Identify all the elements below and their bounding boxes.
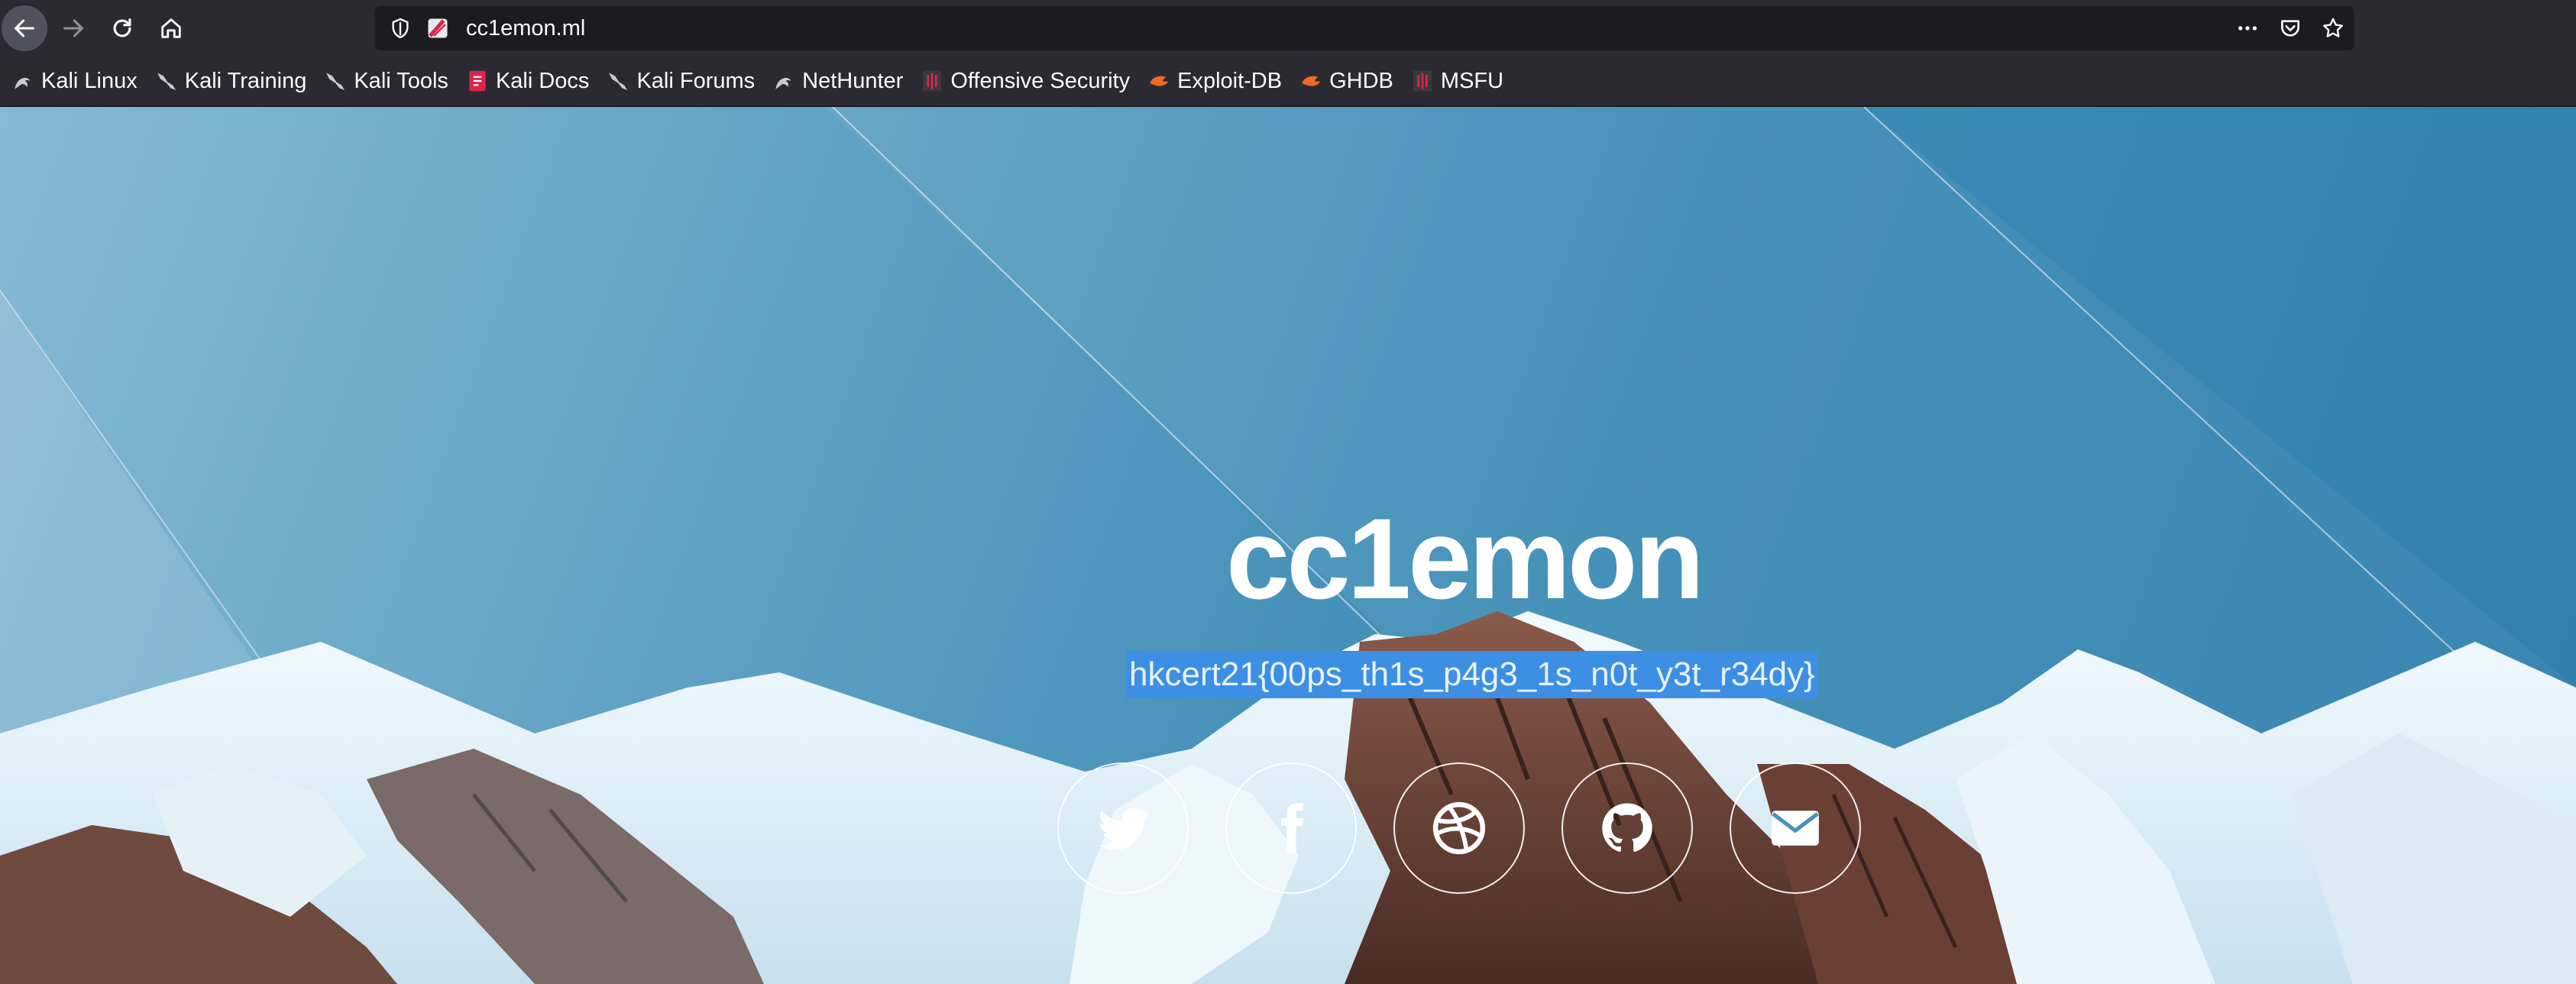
pocket-icon bbox=[2281, 20, 2299, 37]
facebook-icon bbox=[1281, 803, 1304, 853]
reload-icon bbox=[113, 18, 131, 37]
more-actions-button[interactable] bbox=[2226, 6, 2269, 50]
offsec-icon bbox=[923, 70, 942, 92]
bookmark-kali-training[interactable]: Kali Training bbox=[154, 68, 307, 94]
bookmark-label: Offensive Security bbox=[950, 68, 1131, 93]
envelope-icon bbox=[1772, 811, 1819, 846]
bookmark-label: Kali Training bbox=[184, 68, 307, 93]
back-arrow-icon bbox=[15, 19, 34, 37]
url-actions bbox=[2226, 6, 2354, 50]
forward-button[interactable] bbox=[50, 5, 96, 51]
email-link[interactable] bbox=[1730, 762, 1861, 894]
bookmark-label: NetHunter bbox=[802, 68, 904, 93]
github-icon bbox=[1602, 803, 1652, 852]
twitter-link[interactable] bbox=[1057, 762, 1189, 894]
bookmark-kali-tools[interactable]: Kali Tools bbox=[323, 69, 448, 94]
back-button[interactable] bbox=[2, 5, 47, 51]
bookmark-offensive-security[interactable]: Offensive Security bbox=[920, 69, 1130, 94]
exploit-db-icon bbox=[1150, 76, 1169, 86]
exploit-db-icon bbox=[1302, 76, 1321, 86]
url-bar[interactable]: cc1emon.ml bbox=[374, 6, 2354, 50]
bookmark-kali-linux[interactable]: Kali Linux bbox=[11, 69, 138, 94]
bookmark-label: Exploit-DB bbox=[1177, 68, 1283, 93]
bookmark-ghdb[interactable]: GHDB bbox=[1299, 69, 1393, 94]
bookmark-label: Kali Linux bbox=[41, 68, 138, 93]
bookmark-nethunter[interactable]: NetHunter bbox=[772, 69, 903, 94]
bookmark-label: GHDB bbox=[1329, 68, 1393, 93]
twitter-icon bbox=[1099, 808, 1150, 850]
kali-dragon-icon bbox=[157, 73, 176, 90]
bookmark-label: MSFU bbox=[1440, 68, 1504, 93]
home-icon bbox=[161, 18, 181, 38]
tracking-shield-icon[interactable] bbox=[388, 16, 413, 40]
selected-flag-text[interactable]: hkcert21{00ps_th1s_p4g3_1s_n0t_y3t_r34dy… bbox=[1126, 651, 1818, 698]
offsec-icon bbox=[1413, 70, 1432, 92]
bookmark-label: Kali Tools bbox=[354, 68, 448, 93]
bookmark-kali-forums[interactable]: Kali Forums bbox=[606, 69, 755, 94]
kali-dragon-icon bbox=[775, 77, 791, 89]
kali-docs-icon bbox=[469, 70, 486, 92]
forward-arrow-icon bbox=[63, 19, 83, 37]
dribbble-icon bbox=[1432, 801, 1486, 855]
reload-button[interactable] bbox=[99, 5, 145, 51]
browser-toolbar: cc1emon.ml bbox=[0, 0, 2576, 57]
url-text[interactable]: cc1emon.ml bbox=[466, 6, 585, 50]
more-actions-icon bbox=[2238, 26, 2257, 31]
bookmark-star-button[interactable] bbox=[2312, 6, 2354, 50]
site-favicon-icon bbox=[428, 18, 448, 38]
home-button[interactable] bbox=[148, 5, 194, 51]
kali-dragon-icon bbox=[326, 73, 345, 90]
kali-dragon-icon bbox=[15, 77, 31, 89]
bookmark-kali-docs[interactable]: Kali Docs bbox=[465, 68, 590, 94]
bookmarks-toolbar: Kali Linux Kali Training Kali Tools Kali… bbox=[0, 57, 2576, 107]
bookmark-exploit-db[interactable]: Exploit-DB bbox=[1147, 69, 1282, 94]
hero-section: cc1emon hkcert21{00ps_th1s_p4g3_1s_n0t_y… bbox=[0, 107, 2576, 984]
kali-dragon-icon bbox=[609, 73, 628, 90]
bookmark-star-icon bbox=[2323, 18, 2343, 37]
facebook-link[interactable] bbox=[1225, 762, 1357, 894]
bookmark-label: Kali Forums bbox=[636, 68, 756, 93]
page-title: cc1emon bbox=[1225, 494, 1704, 623]
bookmark-label: Kali Docs bbox=[495, 68, 590, 93]
dribbble-link[interactable] bbox=[1393, 762, 1525, 894]
github-link[interactable] bbox=[1561, 762, 1693, 894]
pocket-button[interactable] bbox=[2269, 6, 2312, 50]
bookmark-msfu[interactable]: MSFU bbox=[1410, 69, 1503, 94]
